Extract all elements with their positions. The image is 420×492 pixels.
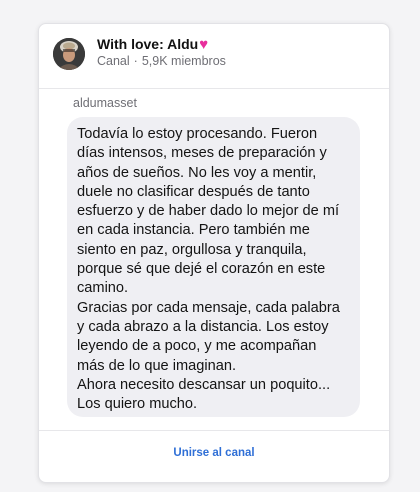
message-line: leyendo de a poco, y me acompañan (77, 338, 317, 355)
message-line: duele no clasificar después de tanto (77, 183, 310, 200)
page-background: With love: Aldu♥ Canal · 5,9K miembros ald… (0, 0, 420, 492)
message-line: Los quiero mucho. (77, 396, 198, 413)
message-line: Gracias por cada mensaje, cada palabra (77, 299, 340, 316)
message-line: porque sé que dejé el corazón en este (77, 261, 326, 278)
heart-icon: ♥ (199, 36, 209, 53)
join-channel-button[interactable]: Unirse al canal (39, 447, 389, 459)
meta-separator: · (133, 54, 138, 68)
message-line: esfuerzo y de haber dado lo mejor de mí (77, 203, 340, 220)
post-sender: aldumasset (73, 96, 137, 110)
message-line: años de sueños. No les voy a mentir, (77, 164, 317, 181)
message-line: más de lo que imaginan. (77, 357, 237, 374)
avatar[interactable] (53, 38, 85, 70)
channel-title-text: With love: Aldu (97, 36, 199, 52)
channel-type: Canal (97, 54, 130, 68)
message-line: Todavía lo estoy procesando. Fueron (77, 126, 318, 142)
message-bubble: Todavía lo estoy procesando. Fueron días… (67, 117, 360, 417)
message-line: siento en paz, orgullosa y tranquila, (77, 241, 307, 258)
message-line: en cada instancia. Pero también me (77, 222, 310, 239)
channel-title: With love: Aldu♥ (97, 36, 208, 53)
member-count: 5,9K miembros (141, 54, 226, 68)
message-line: días intensos, meses de preparación y (77, 145, 327, 162)
footer-divider (39, 430, 389, 431)
message-line: Ahora necesito descansar un poquito... (77, 376, 331, 393)
message-line: y cada abrazo a la distancia. Los estoy (77, 318, 329, 335)
avatar-image (53, 38, 85, 70)
channel-header[interactable]: With love: Aldu♥ Canal · 5,9K miembros (39, 24, 389, 89)
message-line: camino. (77, 280, 129, 297)
channel-meta: Canal · 5,9K miembros (97, 54, 226, 68)
channel-preview-card: With love: Aldu♥ Canal · 5,9K miembros ald… (38, 23, 390, 483)
